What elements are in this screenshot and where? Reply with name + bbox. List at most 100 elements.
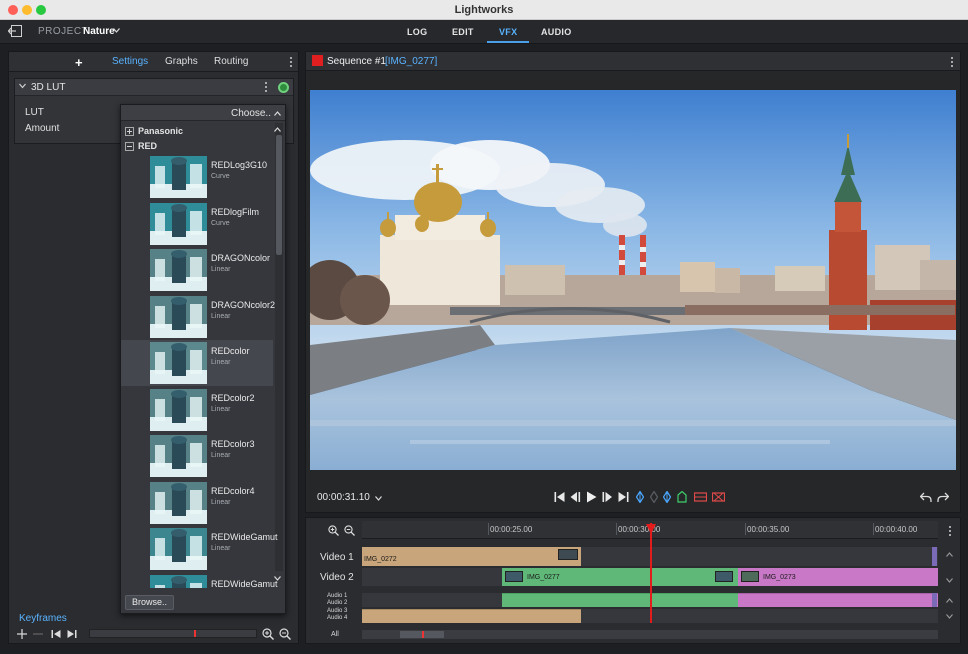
lut-item[interactable]: REDcolor3 Linear [121, 433, 273, 479]
effect-menu-icon[interactable] [265, 82, 268, 94]
add-keyframe-icon[interactable] [17, 629, 27, 639]
playhead[interactable] [650, 523, 652, 623]
tab-routing[interactable]: Routing [214, 56, 248, 67]
chevron-down-icon[interactable] [113, 28, 120, 33]
effects-panel-tabs: + Settings Graphs Routing [9, 52, 298, 72]
track-end-marker [932, 593, 937, 607]
tab-edit[interactable]: EDIT [452, 27, 474, 37]
remove-keyframe-icon[interactable] [33, 629, 43, 639]
lut-group-red[interactable]: RED [138, 141, 157, 151]
audio-clip-img-0272-a34[interactable] [362, 609, 581, 623]
add-effect-button[interactable]: + [75, 55, 83, 70]
mark-in-icon[interactable] [636, 491, 644, 503]
audio-clip-img-0273-a12[interactable] [738, 593, 938, 607]
project-name[interactable]: Nature [83, 26, 115, 37]
effect-header[interactable]: 3D LUT [15, 79, 293, 96]
lut-item-name: REDWideGamut [211, 578, 278, 589]
lut-group-panasonic[interactable]: Panasonic [138, 126, 183, 136]
lut-dropdown-header[interactable]: Choose.. [121, 105, 285, 121]
tab-log[interactable]: LOG [407, 27, 427, 37]
lut-item[interactable]: REDWideGamut Linear [121, 526, 278, 572]
keyframes-label: Keyframes [19, 613, 67, 624]
mark-clip-icon[interactable] [650, 491, 658, 503]
tab-audio[interactable]: AUDIO [541, 27, 572, 37]
timeline-panel: 00:00:25.00 00:00:30.00 00:00:35.00 00:0… [305, 517, 961, 644]
step-forward-icon[interactable] [602, 491, 613, 503]
scroll-up-icon[interactable] [946, 552, 953, 557]
viewer-timecode[interactable]: 00:00:31.10 [317, 492, 370, 503]
current-clip-tag: [IMG_0277] [385, 56, 438, 67]
viewer-menu-icon[interactable] [951, 57, 954, 69]
lut-item-type: Linear [211, 545, 231, 552]
exit-project-icon[interactable] [8, 25, 22, 37]
keyframe-track[interactable] [89, 629, 257, 638]
effect-enable-toggle[interactable] [278, 82, 289, 93]
track-label-video-1[interactable]: Video 1 [320, 552, 354, 563]
timecode-chevron-icon[interactable] [375, 496, 382, 501]
lut-item[interactable]: REDlogFilm Curve [121, 201, 273, 247]
track-label-audio-3[interactable]: Audio 3 [327, 608, 347, 614]
lut-item-name: REDcolor [211, 346, 250, 356]
lut-item[interactable]: REDcolor2 Linear [121, 387, 273, 433]
lut-item[interactable]: REDcolor4 Linear [121, 480, 273, 526]
lut-item[interactable]: DRAGONcolor Linear [121, 247, 273, 293]
timeline-scroll-playhead-marker [422, 631, 424, 638]
tab-vfx[interactable]: VFX [499, 27, 517, 37]
add-cue-icon[interactable] [677, 491, 687, 503]
lut-list: Panasonic RED REDLog3G10 Curve REDlogFilm C… [121, 122, 285, 588]
undo-icon[interactable] [920, 491, 932, 503]
lut-item[interactable]: REDcolor Linear [121, 340, 273, 386]
timeline-zoom-out-icon[interactable] [344, 525, 355, 536]
clip-name: IMG_0277 [527, 574, 560, 581]
expand-group-icon[interactable] [125, 127, 134, 136]
lut-item[interactable]: DRAGONcolor2 Linear [121, 294, 275, 340]
tab-graphs[interactable]: Graphs [165, 56, 198, 67]
browse-lut-button[interactable]: Browse.. [125, 595, 174, 610]
lut-dropdown[interactable]: Choose.. Panasonic RED REDLog3G10 Curve RE… [120, 104, 286, 614]
track-label-video-2[interactable]: Video 2 [320, 572, 354, 583]
go-to-start-icon[interactable] [554, 491, 565, 503]
tab-settings[interactable]: Settings [112, 56, 148, 67]
panel-menu-icon[interactable] [290, 57, 293, 69]
zoom-in-icon[interactable] [262, 628, 274, 640]
scroll-down-icon[interactable] [946, 578, 953, 583]
play-icon[interactable] [586, 491, 597, 503]
redo-icon[interactable] [937, 491, 949, 503]
track-label-audio-2[interactable]: Audio 2 [327, 600, 347, 606]
lut-preview-thumbnail [150, 435, 207, 477]
lut-item[interactable]: REDWideGamut [121, 573, 278, 588]
lut-item[interactable]: REDLog3G10 Curve [121, 154, 273, 200]
lut-item-type: Linear [211, 405, 231, 413]
track-label-audio-4[interactable]: Audio 4 [327, 615, 347, 621]
video-frame[interactable] [310, 90, 956, 470]
overwrite-icon[interactable] [712, 491, 725, 503]
mark-out-icon[interactable] [663, 491, 671, 503]
clip-name: IMG_0273 [763, 574, 796, 581]
timeline-scrollbar[interactable] [362, 630, 938, 639]
previous-keyframe-icon[interactable] [51, 629, 61, 639]
insert-icon[interactable] [694, 491, 707, 503]
collapse-caret-icon[interactable] [19, 83, 26, 89]
chevron-up-icon[interactable] [274, 111, 281, 116]
step-back-icon[interactable] [570, 491, 581, 503]
scroll-up-icon[interactable] [946, 598, 953, 603]
clip-img-0272[interactable]: IMG_0272 [362, 547, 581, 566]
track-label-audio-1[interactable]: Audio 1 [327, 593, 347, 599]
timeline-menu-icon[interactable] [949, 526, 952, 538]
clip-img-0277[interactable]: IMG_0277 [502, 568, 738, 586]
scroll-down-icon[interactable] [274, 576, 281, 581]
track-label-all[interactable]: All [331, 631, 339, 638]
next-keyframe-icon[interactable] [67, 629, 77, 639]
timeline-zoom-in-icon[interactable] [328, 525, 339, 536]
lut-item-name: DRAGONcolor [211, 253, 271, 263]
zoom-out-icon[interactable] [279, 628, 291, 640]
clip-img-0273[interactable]: IMG_0273 [738, 568, 938, 586]
audio-clip-img-0277-a12[interactable] [502, 593, 738, 607]
scroll-down-icon[interactable] [946, 614, 953, 619]
ruler-tick [745, 523, 746, 535]
go-to-end-icon[interactable] [618, 491, 629, 503]
sequence-title: Sequence #1 [327, 56, 386, 67]
lut-item-name: REDlogFilm [211, 206, 260, 217]
lut-preview-thumbnail [150, 342, 207, 384]
collapse-group-icon[interactable] [125, 142, 134, 151]
